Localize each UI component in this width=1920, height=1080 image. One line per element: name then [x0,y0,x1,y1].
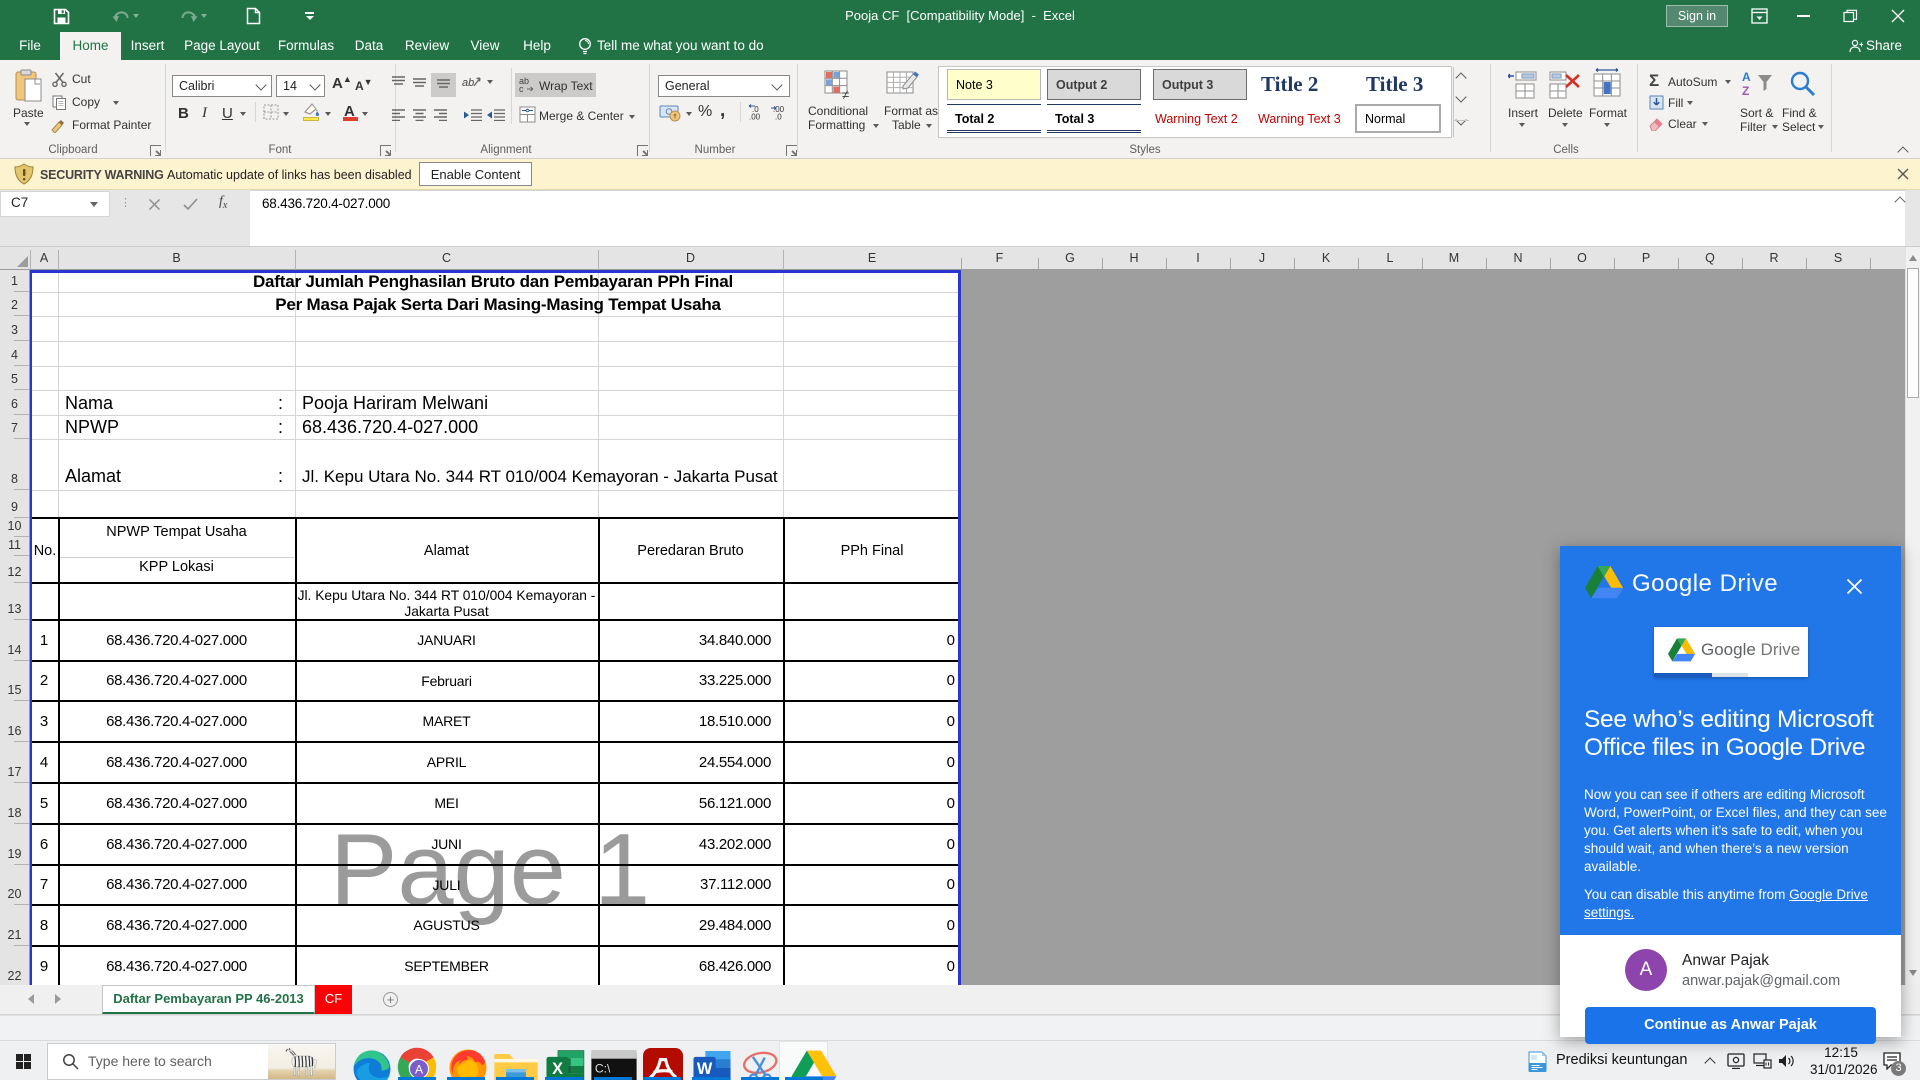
svg-text:Z: Z [1742,84,1749,98]
svg-text:A: A [1742,70,1751,84]
svg-text:c: c [519,84,524,93]
svg-text:C:\: C:\ [595,1062,611,1076]
svg-text:≠: ≠ [842,87,849,100]
svg-text:.00: .00 [749,113,761,121]
svg-text:.0: .0 [775,113,782,121]
svg-text:X: X [552,1060,563,1078]
svg-text:W: W [697,1060,713,1078]
svg-text:ab: ab [462,77,474,89]
svg-text:A: A [415,1063,423,1077]
